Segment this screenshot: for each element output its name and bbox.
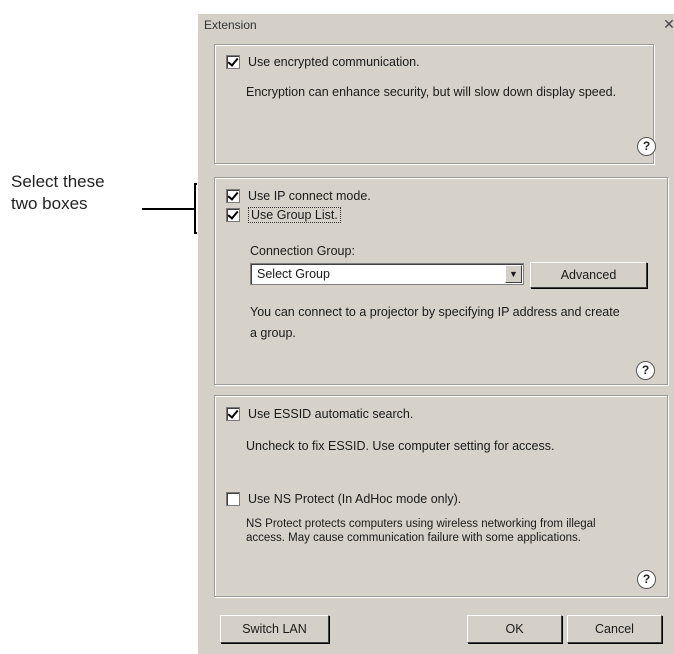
callout-text: Select these two boxes bbox=[11, 171, 141, 215]
ns-protect-option[interactable]: Use NS Protect (In AdHoc mode only). bbox=[226, 492, 461, 506]
encryption-description: Encryption can enhance security, but wil… bbox=[246, 85, 617, 99]
essid-option[interactable]: Use ESSID automatic search. bbox=[226, 407, 413, 421]
ns-protect-checkbox[interactable] bbox=[226, 492, 240, 506]
ip-connect-option[interactable]: Use IP connect mode. bbox=[226, 189, 371, 203]
advanced-button[interactable]: Advanced bbox=[530, 262, 647, 288]
encryption-option[interactable]: Use encrypted communication. bbox=[226, 55, 420, 69]
close-icon[interactable]: ✕ bbox=[662, 17, 674, 31]
extension-dialog: Extension ✕ Use encrypted communication.… bbox=[197, 13, 674, 654]
encryption-label: Use encrypted communication. bbox=[248, 55, 420, 69]
ns-protect-description: NS Protect protects computers using wire… bbox=[246, 518, 596, 544]
ok-button[interactable]: OK bbox=[467, 615, 562, 643]
chevron-down-icon[interactable]: ▼ bbox=[505, 265, 522, 283]
dialog-title: Extension bbox=[204, 18, 257, 32]
wireless-help-icon[interactable]: ? bbox=[637, 570, 656, 589]
encryption-checkbox[interactable] bbox=[226, 55, 240, 69]
ip-connect-checkbox[interactable] bbox=[226, 189, 240, 203]
title-bar: Extension ✕ bbox=[198, 14, 674, 36]
cancel-button[interactable]: Cancel bbox=[567, 615, 662, 643]
ns-protect-label: Use NS Protect (In AdHoc mode only). bbox=[248, 492, 462, 506]
encryption-group: Use encrypted communication. Encryption … bbox=[214, 44, 656, 164]
connection-group-value: Select Group bbox=[257, 267, 330, 281]
switch-lan-button[interactable]: Switch LAN bbox=[220, 615, 329, 643]
group-list-checkbox[interactable] bbox=[226, 208, 240, 222]
ip-description: You can connect to a projector by specif… bbox=[250, 305, 620, 340]
ip-connect-label: Use IP connect mode. bbox=[248, 189, 371, 203]
group-list-option[interactable]: Use Group List. bbox=[226, 207, 341, 223]
callout-line-1: Select these bbox=[11, 172, 105, 191]
callout-connector bbox=[142, 208, 194, 210]
connection-group-select[interactable]: Select Group ▼ bbox=[250, 263, 524, 285]
group-list-label: Use Group List. bbox=[248, 207, 341, 223]
connection-group-label: Connection Group: bbox=[250, 244, 355, 258]
encryption-help-icon[interactable]: ? bbox=[637, 137, 656, 156]
essid-label: Use ESSID automatic search. bbox=[248, 407, 414, 421]
ip-help-icon[interactable]: ? bbox=[636, 361, 655, 380]
callout-line-2: two boxes bbox=[11, 194, 88, 213]
wireless-group: Use ESSID automatic search. Uncheck to f… bbox=[214, 395, 668, 597]
essid-description: Uncheck to fix ESSID. Use computer setti… bbox=[246, 439, 555, 453]
essid-checkbox[interactable] bbox=[226, 407, 240, 421]
